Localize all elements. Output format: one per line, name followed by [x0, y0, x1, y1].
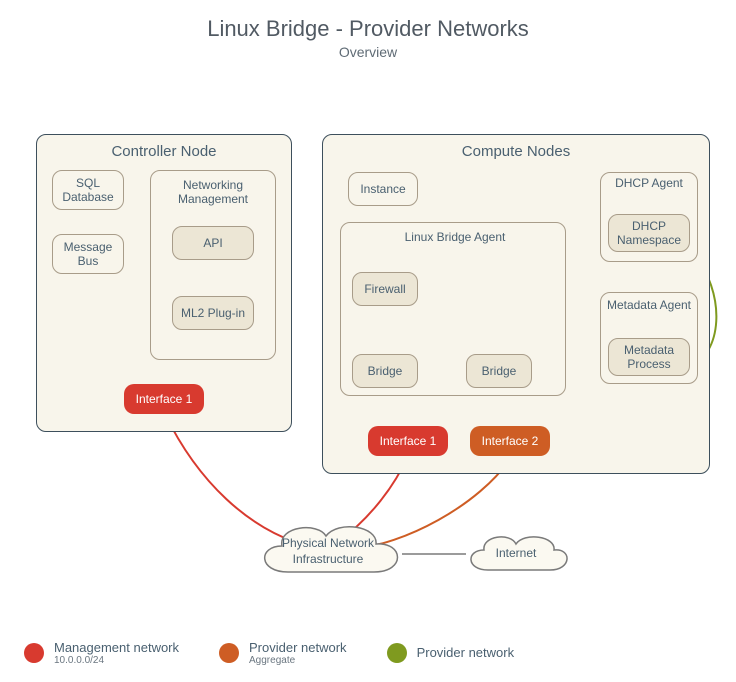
- legend-dot-orange: [219, 643, 239, 663]
- compute-interface-2: Interface 2: [470, 426, 550, 456]
- dhcp-agent-label: DHCP Agent: [600, 176, 698, 190]
- physical-network-cloud: Physical Network Infrastructure: [248, 516, 408, 588]
- page-title: Linux Bridge - Provider Networks: [0, 16, 736, 42]
- legend-provider: Provider network: [387, 643, 515, 663]
- controller-interface-1: Interface 1: [124, 384, 204, 414]
- legend-provider-aggregate-label: Provider network: [249, 641, 347, 655]
- legend-management: Management network 10.0.0.0/24: [24, 641, 179, 666]
- page-subtitle: Overview: [0, 44, 736, 60]
- legend-provider-aggregate-sub: Aggregate: [249, 655, 347, 666]
- bridge-1-box: Bridge: [352, 354, 418, 388]
- physical-network-label: Physical Network Infrastructure: [248, 536, 408, 567]
- sql-database-box: SQL Database: [52, 170, 124, 210]
- message-bus-box: Message Bus: [52, 234, 124, 274]
- metadata-agent-label: Metadata Agent: [600, 298, 698, 312]
- instance-box: Instance: [348, 172, 418, 206]
- legend-dot-red: [24, 643, 44, 663]
- internet-cloud: Internet: [460, 528, 572, 580]
- api-box: API: [172, 226, 254, 260]
- ml2-plugin-box: ML2 Plug-in: [172, 296, 254, 330]
- controller-title: Controller Node: [37, 143, 291, 160]
- metadata-process-box: Metadata Process: [608, 338, 690, 376]
- dhcp-namespace-box: DHCP Namespace: [608, 214, 690, 252]
- linux-bridge-agent-label: Linux Bridge Agent: [380, 230, 530, 244]
- firewall-box: Firewall: [352, 272, 418, 306]
- bridge-2-box: Bridge: [466, 354, 532, 388]
- internet-label: Internet: [486, 546, 547, 562]
- legend-provider-label: Provider network: [417, 646, 515, 660]
- legend-dot-green: [387, 643, 407, 663]
- networking-management-label: Networking Management: [150, 178, 276, 206]
- legend-management-label: Management network: [54, 641, 179, 655]
- legend-management-sub: 10.0.0.0/24: [54, 655, 179, 666]
- legend-provider-aggregate: Provider network Aggregate: [219, 641, 347, 666]
- legend: Management network 10.0.0.0/24 Provider …: [24, 641, 712, 666]
- compute-interface-1: Interface 1: [368, 426, 448, 456]
- compute-title: Compute Nodes: [323, 143, 709, 160]
